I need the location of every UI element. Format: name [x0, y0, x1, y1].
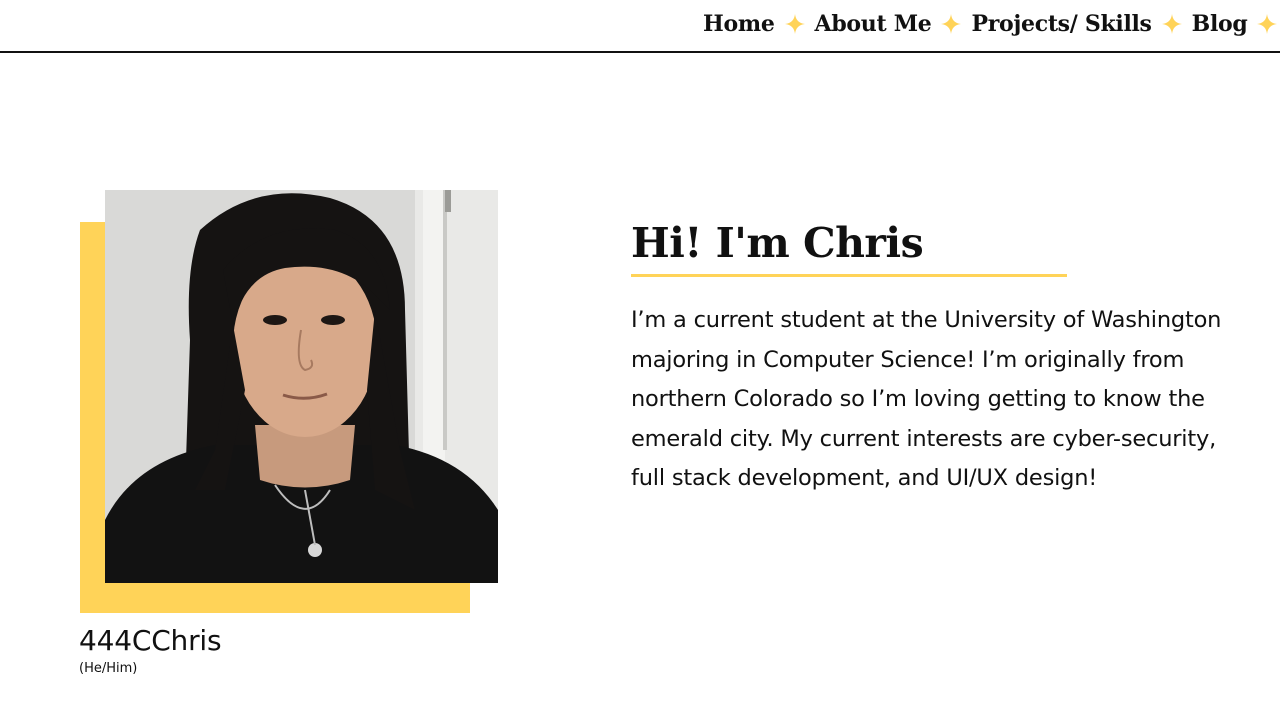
sparkle-star-icon	[1161, 14, 1182, 34]
page-heading: Hi! I'm Chris	[631, 219, 924, 267]
sparkle-star-icon	[784, 14, 805, 34]
username: 444CChris	[79, 624, 222, 657]
nav-link-projects-skills[interactable]: Projects/ Skills	[971, 9, 1152, 39]
nav-link-home[interactable]: Home	[703, 9, 775, 39]
top-navigation: Home About Me Projects/ Skills Blog D	[0, 0, 1280, 53]
bio-paragraph: I’m a current student at the University …	[631, 307, 1222, 492]
nav-link-blog[interactable]: Blog	[1192, 9, 1248, 39]
profile-photo	[105, 190, 498, 583]
heading-underline	[631, 274, 1067, 277]
pronouns: (He/Him)	[79, 661, 138, 676]
nav-items: Home About Me Projects/ Skills Blog D	[703, 9, 1280, 39]
nav-link-about-me[interactable]: About Me	[815, 9, 932, 39]
sparkle-star-icon	[1257, 14, 1278, 34]
sparkle-star-icon	[941, 14, 962, 34]
